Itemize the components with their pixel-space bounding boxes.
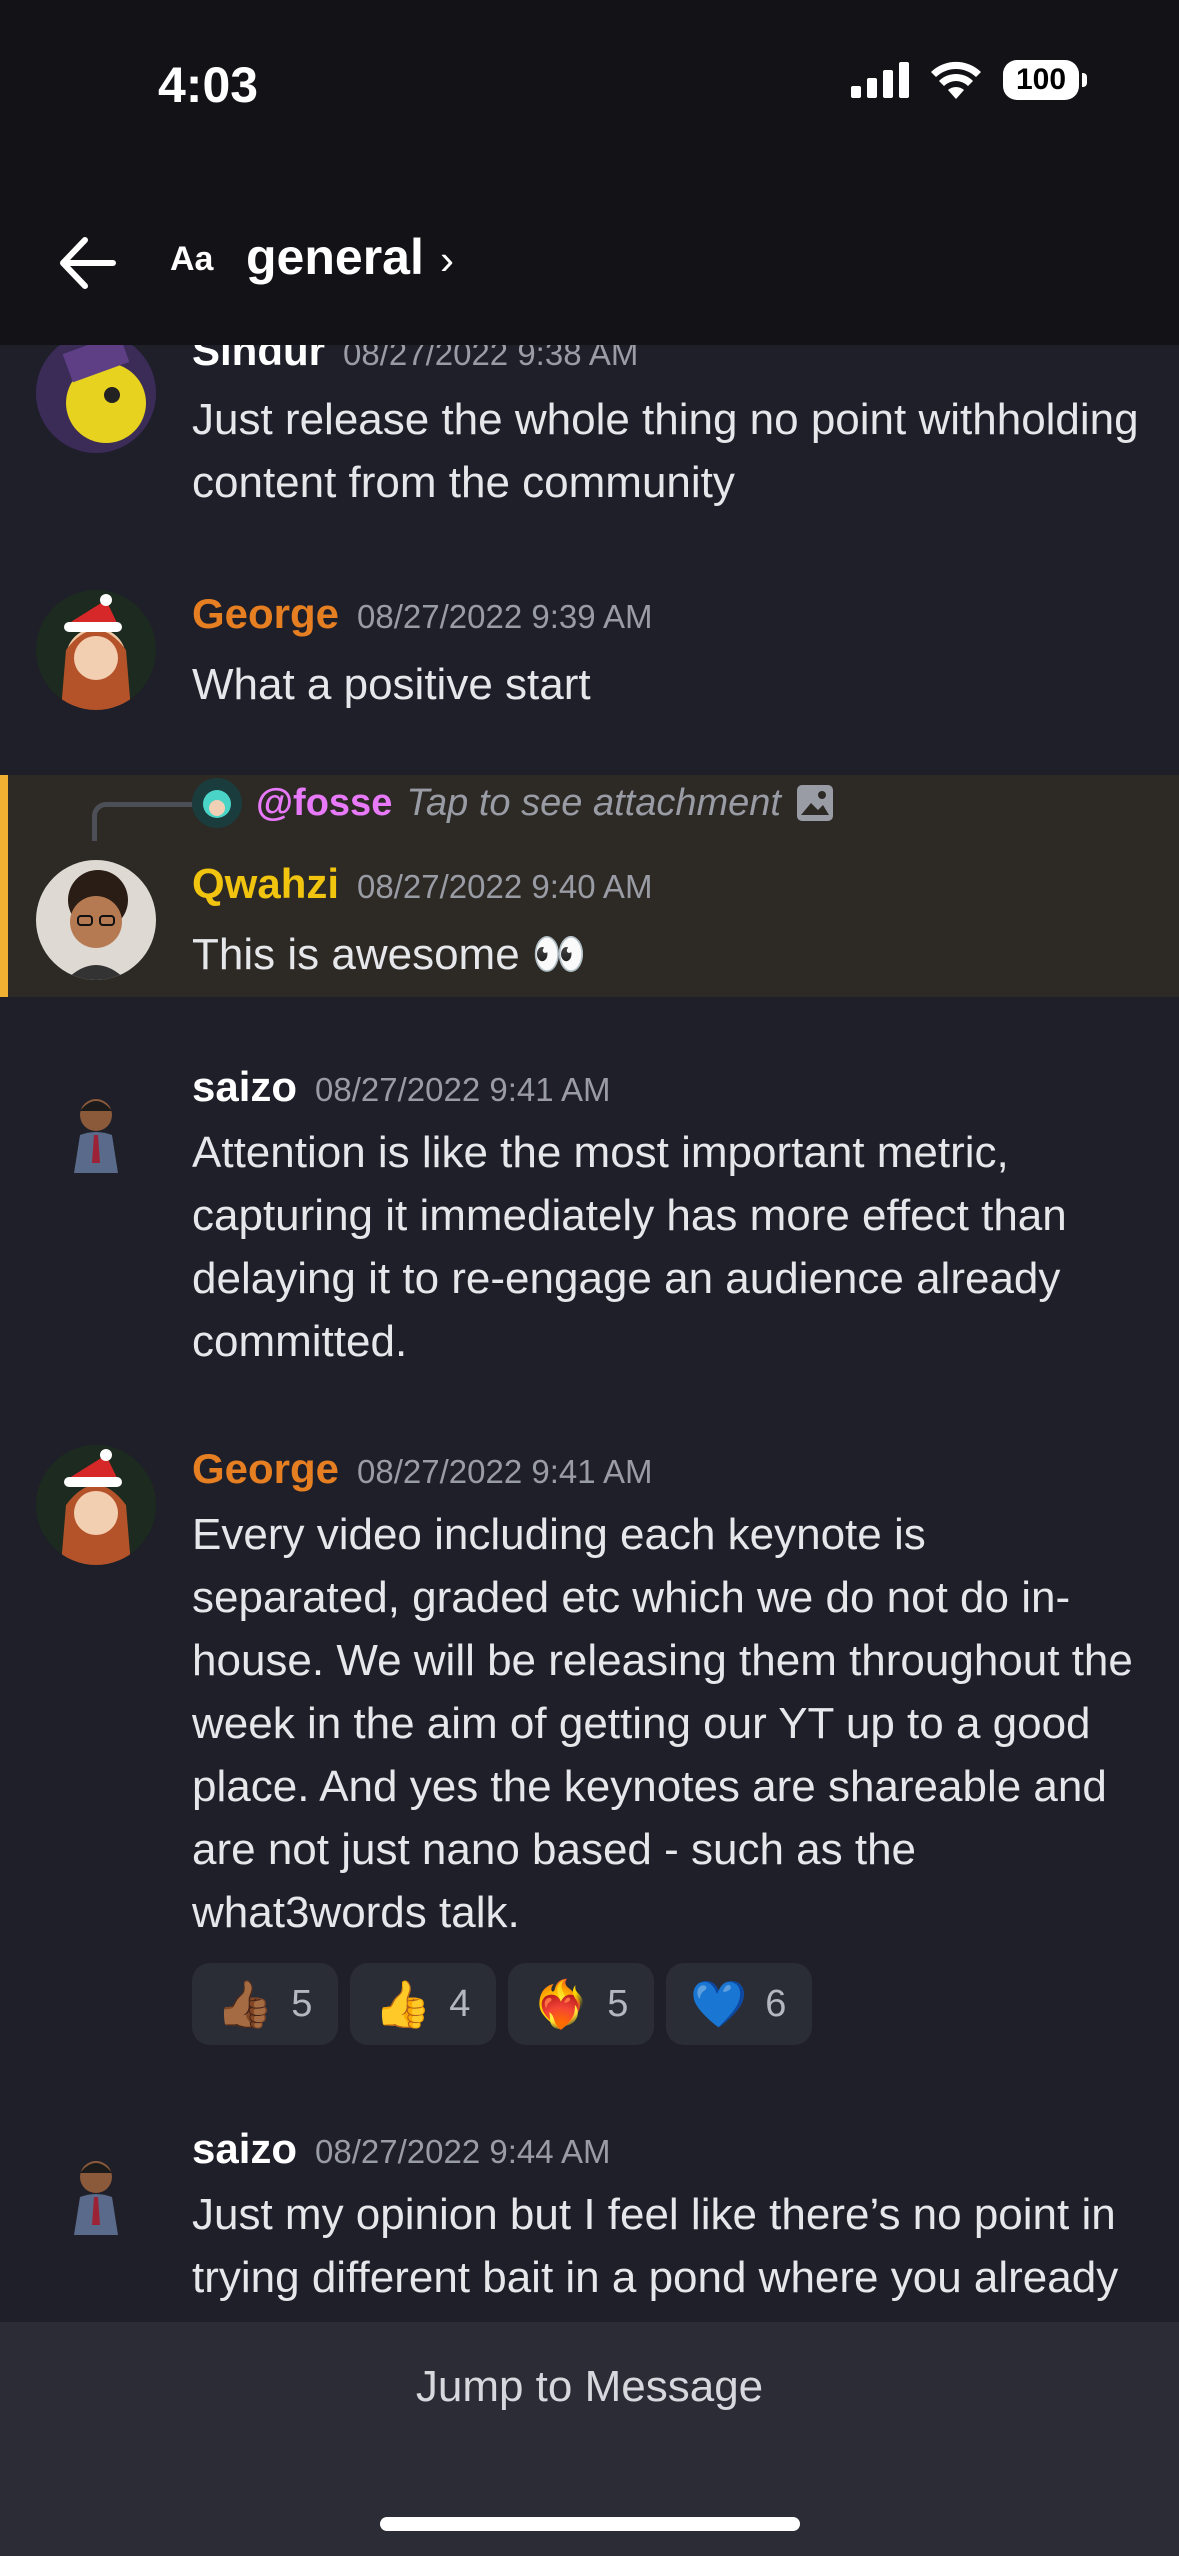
reply-reference[interactable]: @fosse Tap to see attachment xyxy=(192,778,835,828)
message-text: Attention is like the most important met… xyxy=(192,1128,1067,1366)
reply-avatar xyxy=(192,778,242,828)
wifi-icon xyxy=(931,61,981,99)
home-indicator[interactable] xyxy=(380,2517,800,2531)
message-timestamp: 08/27/2022 9:41 AM xyxy=(357,1453,653,1490)
avatar[interactable] xyxy=(36,1073,156,1193)
message-timestamp: 08/27/2022 9:41 AM xyxy=(315,1071,611,1108)
message-timestamp: 08/27/2022 9:39 AM xyxy=(357,598,653,635)
arrow-left-icon xyxy=(60,237,116,289)
text-channel-icon: Aa xyxy=(170,240,214,278)
channel-title[interactable]: general xyxy=(246,228,424,286)
message-text: Just release the whole thing no point wi… xyxy=(192,395,1139,507)
message-author[interactable]: George 08/27/2022 9:41 AM xyxy=(192,1445,652,1493)
reactions-row: 👍🏾 5 👍 4 ❤️‍🔥 5 💙 6 xyxy=(192,1963,812,2045)
heart-fire-icon: ❤️‍🔥 xyxy=(532,1977,590,2030)
message-text: This is awesome 👀 xyxy=(192,930,587,979)
avatar[interactable] xyxy=(36,345,156,453)
message-author[interactable]: Qwahzi 08/27/2022 9:40 AM xyxy=(192,860,652,908)
reaction-count: 6 xyxy=(765,1982,787,2025)
status-icons: 100 xyxy=(851,60,1087,100)
avatar[interactable] xyxy=(36,860,156,980)
message-timestamp: 08/27/2022 9:38 AM xyxy=(343,345,639,372)
reply-mention[interactable]: @fosse xyxy=(256,782,392,825)
reaction-button[interactable]: 👍 4 xyxy=(350,1963,496,2045)
message-text: What a positive start xyxy=(192,660,591,709)
message-timestamp: 08/27/2022 9:44 AM xyxy=(315,2133,611,2170)
reaction-count: 5 xyxy=(291,1982,313,2025)
reaction-button[interactable]: 👍🏾 5 xyxy=(192,1963,338,2045)
thumbs-up-dark-icon: 👍🏾 xyxy=(216,1977,274,2030)
top-bar: 4:03 100 Aa general › xyxy=(0,0,1179,345)
message-author[interactable]: Sindur 08/27/2022 9:38 AM xyxy=(192,345,638,375)
reaction-count: 5 xyxy=(607,1982,629,2025)
message-timestamp: 08/27/2022 9:40 AM xyxy=(357,868,653,905)
chevron-right-icon[interactable]: › xyxy=(440,236,454,284)
image-icon xyxy=(796,785,833,821)
battery-indicator: 100 xyxy=(1003,60,1087,100)
reaction-button[interactable]: 💙 6 xyxy=(666,1963,812,2045)
jump-bar: Jump to Message xyxy=(0,2322,1179,2556)
cellular-signal-icon xyxy=(851,62,909,98)
message-feed[interactable]: Sindur 08/27/2022 9:38 AM Just release th… xyxy=(0,345,1179,2320)
avatar[interactable] xyxy=(36,2135,156,2255)
message-author[interactable]: saizo 08/27/2022 9:44 AM xyxy=(192,2125,610,2173)
message-text: Just my opinion but I feel like there’s … xyxy=(192,2190,1119,2320)
status-time: 4:03 xyxy=(158,57,259,113)
thumbs-up-icon: 👍 xyxy=(374,1977,432,2030)
blue-heart-icon: 💙 xyxy=(690,1977,748,2030)
reply-note[interactable]: Tap to see attachment xyxy=(406,782,781,825)
message-author[interactable]: George 08/27/2022 9:39 AM xyxy=(192,590,652,638)
avatar[interactable] xyxy=(36,590,156,710)
back-button[interactable] xyxy=(52,228,122,298)
avatar[interactable] xyxy=(36,1445,156,1565)
reaction-button[interactable]: ❤️‍🔥 5 xyxy=(508,1963,654,2045)
channel-header: Aa general › xyxy=(0,210,1179,310)
reply-connector xyxy=(92,802,197,841)
jump-to-message-button[interactable]: Jump to Message xyxy=(0,2362,1179,2412)
message-author[interactable]: saizo 08/27/2022 9:41 AM xyxy=(192,1063,610,1111)
message-text: Every video including each keynote is se… xyxy=(192,1510,1133,1937)
reaction-count: 4 xyxy=(449,1982,471,2025)
